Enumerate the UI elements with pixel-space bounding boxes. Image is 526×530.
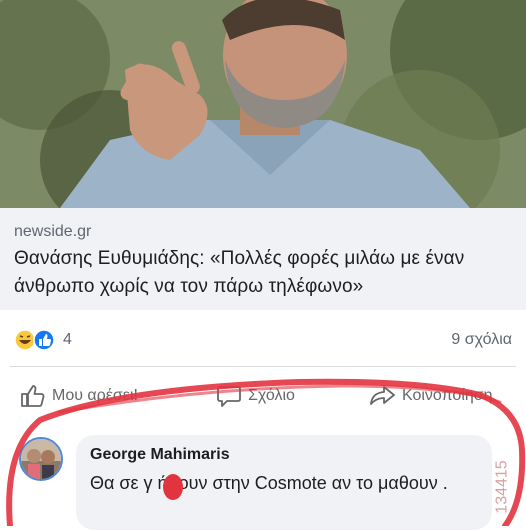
commenter-avatar[interactable] xyxy=(19,437,63,481)
link-preview-caption[interactable]: newside.gr Θανάσης Ευθυμιάδης: «Πολλές φ… xyxy=(0,208,526,310)
censor-blot xyxy=(163,474,183,500)
comment-button[interactable]: Σχόλιο xyxy=(216,381,295,411)
comments-count[interactable]: 9 σχόλια xyxy=(451,331,512,349)
action-bar: Μου αρέσει! Σχόλιο Κοινοποίηση xyxy=(0,373,526,417)
comment-label: Σχόλιο xyxy=(248,387,295,404)
divider xyxy=(10,366,516,367)
watermark: 134415 xyxy=(493,460,511,514)
laugh-reaction-icon xyxy=(14,329,36,351)
link-preview-image[interactable] xyxy=(0,0,526,208)
reaction-count[interactable]: 4 xyxy=(63,331,72,349)
share-label: Κοινοποίηση xyxy=(402,387,493,404)
like-button[interactable]: Μου αρέσει! xyxy=(20,381,138,411)
comment-text: Θα σε γ ήσουν στην Cosmote αν το μαθουν … xyxy=(90,473,448,493)
like-reaction-icon xyxy=(33,329,55,351)
comment-item: George Mahimaris Θα σε γ ήσουν στην Cosm… xyxy=(0,430,526,530)
thumbs-up-icon xyxy=(21,385,45,407)
link-headline[interactable]: Θανάσης Ευθυμιάδης: «Πολλές φορές μιλάω … xyxy=(14,245,514,301)
photo-illustration xyxy=(0,0,526,208)
link-source: newside.gr xyxy=(14,223,92,240)
comment-bubble-icon xyxy=(217,386,241,407)
like-label: Μου αρέσει! xyxy=(52,387,138,404)
share-arrow-icon xyxy=(370,386,395,405)
reactions-bar: 4 9 σχόλια xyxy=(0,318,526,358)
comment-bubble[interactable]: George Mahimaris Θα σε γ ήσουν στην Cosm… xyxy=(76,435,492,530)
comment-author[interactable]: George Mahimaris xyxy=(90,446,230,464)
reaction-icons[interactable] xyxy=(14,329,60,351)
share-button[interactable]: Κοινοποίηση xyxy=(368,381,493,411)
